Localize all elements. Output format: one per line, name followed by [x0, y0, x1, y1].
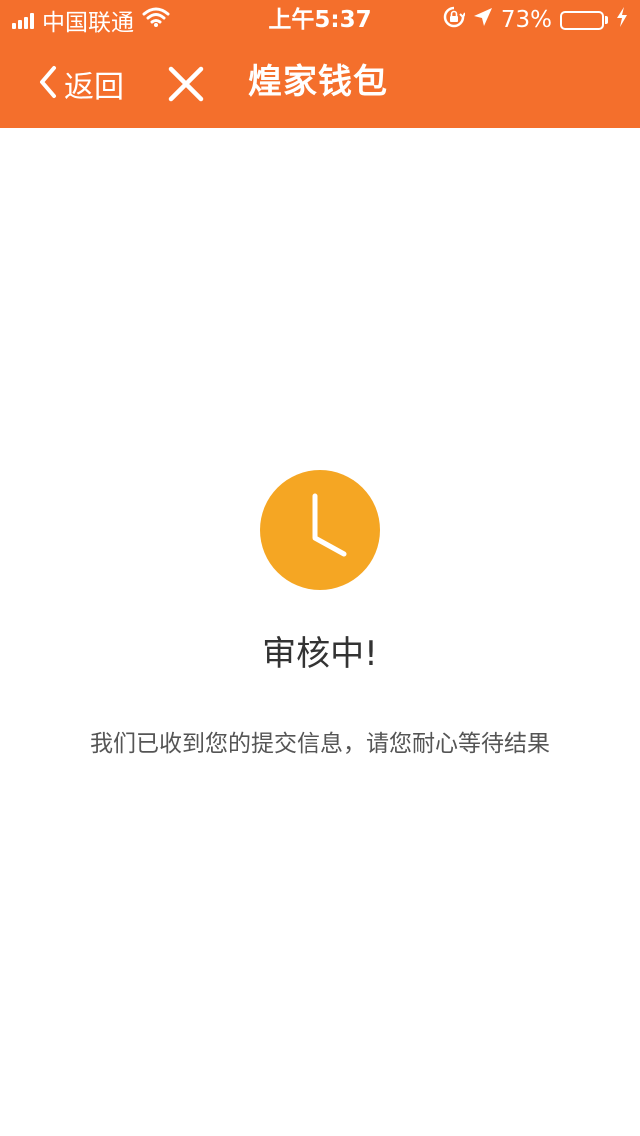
status-description: 我们已收到您的提交信息，请您耐心等待结果	[90, 731, 550, 757]
main-content: 审核中! 我们已收到您的提交信息，请您耐心等待结果	[0, 128, 640, 1136]
page-title: 煌家钱包	[248, 62, 388, 102]
status-bar-right: 73%	[435, 0, 628, 40]
app-header: 中国联通 上午5:37 73% 返回 煌家钱包	[0, 0, 640, 128]
back-button[interactable]: 返回	[36, 62, 124, 106]
close-button[interactable]	[166, 64, 206, 104]
battery-percent: 73%	[500, 7, 552, 33]
location-arrow-icon	[473, 7, 493, 33]
close-icon	[166, 66, 206, 108]
nav-bar: 返回 煌家钱包	[0, 40, 640, 128]
status-bar-left: 中国联通	[12, 0, 170, 40]
back-label: 返回	[64, 70, 124, 105]
carrier-label: 中国联通	[42, 10, 134, 36]
status-title: 审核中!	[262, 634, 378, 674]
chevron-left-icon	[36, 62, 60, 106]
battery-icon	[560, 10, 608, 30]
wifi-icon	[142, 7, 170, 33]
status-bar: 中国联通 上午5:37 73%	[0, 0, 640, 40]
charging-bolt-icon	[616, 7, 628, 33]
clock-icon	[260, 470, 380, 590]
signal-icon	[12, 11, 36, 29]
orientation-lock-icon	[443, 6, 466, 34]
